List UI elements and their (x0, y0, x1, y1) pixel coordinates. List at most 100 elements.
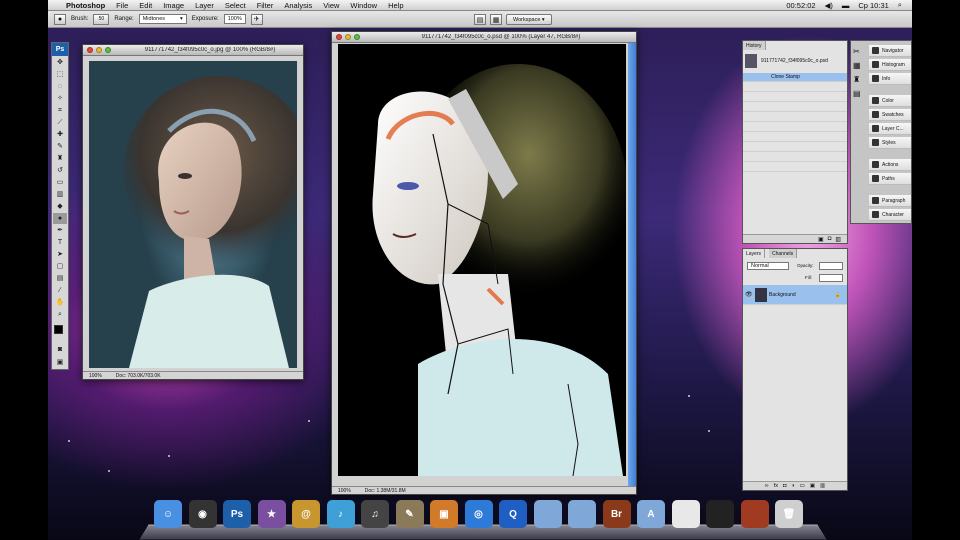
safari-icon[interactable]: ◎ (464, 500, 493, 528)
trash-icon[interactable]: ▥ (835, 236, 841, 243)
zoom-tool-icon[interactable]: ⌕ (53, 309, 67, 320)
zoom-level[interactable]: 100% (89, 373, 102, 379)
dock-button-layer-comps[interactable]: Layer C... (869, 123, 911, 135)
palette-well-button[interactable]: ▦ (490, 14, 502, 25)
finder-icon[interactable]: ☺ (154, 500, 182, 528)
doc-size[interactable]: Doc: 703.0K/703.0K (116, 373, 161, 379)
dock-button-info[interactable]: Info (869, 73, 911, 85)
exposure-input[interactable]: 100% (223, 14, 246, 24)
airbrush-button[interactable]: ✈ (250, 13, 263, 25)
dock-button-actions[interactable]: Actions (869, 159, 911, 171)
minimize-button[interactable] (345, 34, 351, 40)
fill-input[interactable] (819, 274, 843, 282)
eye-icon[interactable]: 👁 (745, 291, 753, 298)
tab-channels[interactable]: Channels (769, 249, 798, 258)
volume-icon[interactable]: ◀) (825, 1, 833, 10)
type-tool-icon[interactable]: T (53, 237, 67, 248)
slice-tool-icon[interactable]: ⟋ (53, 117, 67, 128)
dashboard-icon[interactable]: ◉ (188, 500, 217, 528)
menu-file[interactable]: File (116, 1, 128, 10)
menu-image[interactable]: Image (163, 1, 184, 10)
document-icon[interactable] (671, 500, 700, 528)
blend-mode-select[interactable]: Normal (747, 262, 789, 270)
dock-button-paragraph[interactable]: Paragraph (869, 195, 911, 207)
dock-button-color[interactable]: Color (869, 95, 911, 107)
history-item[interactable] (743, 103, 847, 112)
notes-tool-icon[interactable]: ▤ (53, 273, 67, 284)
psd-file-icon[interactable] (706, 500, 734, 528)
preview-icon[interactable]: ✎ (395, 500, 424, 528)
menu-clock[interactable]: Cp 10:31 (858, 1, 888, 10)
history-item[interactable] (743, 123, 847, 132)
lasso-tool-icon[interactable]: ◌ (53, 81, 67, 92)
magic-wand-tool-icon[interactable]: ✧ (53, 93, 67, 104)
blur-tool-icon[interactable]: ◆ (53, 201, 67, 212)
tool-presets-icon[interactable]: ✂ (853, 45, 865, 59)
history-item-clone-stamp[interactable]: Clone Stamp (743, 73, 847, 82)
doc-size[interactable]: Doc: 1.38M/31.8M (365, 488, 406, 494)
menu-app-name[interactable]: Photoshop (66, 1, 105, 10)
eyedropper-tool-icon[interactable]: ⁄ (53, 285, 67, 296)
shape-tool-icon[interactable]: ▢ (53, 261, 67, 272)
quick-mask-icon[interactable]: ◙ (53, 344, 67, 355)
spotlight-icon[interactable]: ⌕ (898, 0, 902, 10)
menu-select[interactable]: Select (225, 1, 246, 10)
dock-button-swatches[interactable]: Swatches (869, 109, 911, 121)
move-tool-icon[interactable]: ✥ (53, 57, 67, 68)
source-photo-canvas[interactable] (89, 61, 297, 368)
dodge-tool-icon[interactable]: ● (53, 213, 67, 224)
menu-layer[interactable]: Layer (195, 1, 214, 10)
photoshop-icon[interactable]: Ps (223, 500, 251, 528)
bridge-button[interactable]: ▤ (474, 14, 486, 25)
iphoto-icon[interactable]: ▣ (430, 500, 458, 528)
tab-layers[interactable]: Layers (743, 249, 766, 258)
quicktime-icon[interactable]: Q (499, 500, 527, 528)
minimize-button[interactable] (96, 47, 102, 53)
document-titlebar[interactable]: 911771742_f34f095c0c_o.psd @ 100% (Layer… (332, 32, 636, 43)
tool-preset-picker[interactable]: ● (54, 13, 66, 25)
dock-button-styles[interactable]: Styles (869, 137, 911, 149)
clone-source-icon[interactable]: ♜ (853, 73, 865, 87)
path-selection-tool-icon[interactable]: ➤ (53, 249, 67, 260)
history-brush-tool-icon[interactable]: ↺ (53, 165, 67, 176)
tab-history[interactable]: History (743, 41, 766, 50)
menu-analysis[interactable]: Analysis (284, 1, 312, 10)
crop-tool-icon[interactable]: ⌗ (53, 105, 67, 116)
eraser-tool-icon[interactable]: ▭ (53, 177, 67, 188)
history-item[interactable] (743, 153, 847, 162)
history-item[interactable] (743, 83, 847, 92)
menu-filter[interactable]: Filter (257, 1, 274, 10)
bridge-icon[interactable]: Br (602, 500, 631, 528)
foreground-color-swatch[interactable] (54, 325, 63, 334)
history-item[interactable] (743, 133, 847, 142)
history-item[interactable] (743, 143, 847, 152)
layer-mask-icon[interactable]: ◘ (783, 483, 786, 489)
marquee-tool-icon[interactable]: ⬚ (53, 69, 67, 80)
dock-button-paths[interactable]: Paths (869, 173, 911, 185)
notes-icon[interactable]: ▤ (853, 87, 865, 101)
folder-icon-2[interactable] (568, 500, 596, 528)
workspace-button[interactable]: Workspace ▾ (506, 14, 552, 25)
brushes-icon[interactable]: ▦ (853, 59, 865, 73)
opacity-input[interactable] (819, 262, 843, 270)
history-item[interactable] (743, 113, 847, 122)
range-select[interactable]: Midtones ▾ (138, 14, 187, 24)
group-icon[interactable]: ▭ (800, 483, 805, 489)
menu-help[interactable]: Help (388, 1, 403, 10)
itunes-icon[interactable]: ♪ (326, 500, 355, 528)
gradient-tool-icon[interactable]: ▥ (53, 189, 67, 200)
folder-icon[interactable] (533, 500, 562, 528)
applications-folder-icon[interactable]: A (637, 500, 665, 528)
layer-style-icon[interactable]: fx (774, 483, 778, 489)
menu-window[interactable]: Window (350, 1, 377, 10)
dock-button-navigator[interactable]: Navigator (869, 45, 911, 57)
trash-icon[interactable]: 🗑 (775, 500, 803, 528)
layer-row-background[interactable]: 👁 Background 🔒 (743, 285, 847, 305)
imovie-icon[interactable]: ★ (257, 500, 286, 528)
vertical-scrollbar[interactable] (628, 43, 636, 486)
address-book-icon[interactable]: @ (292, 500, 320, 528)
clone-stamp-tool-icon[interactable]: ♜ (53, 153, 67, 164)
history-item[interactable] (743, 93, 847, 102)
dock-button-histogram[interactable]: Histogram (869, 59, 911, 71)
hand-tool-icon[interactable]: ✋ (53, 297, 67, 308)
